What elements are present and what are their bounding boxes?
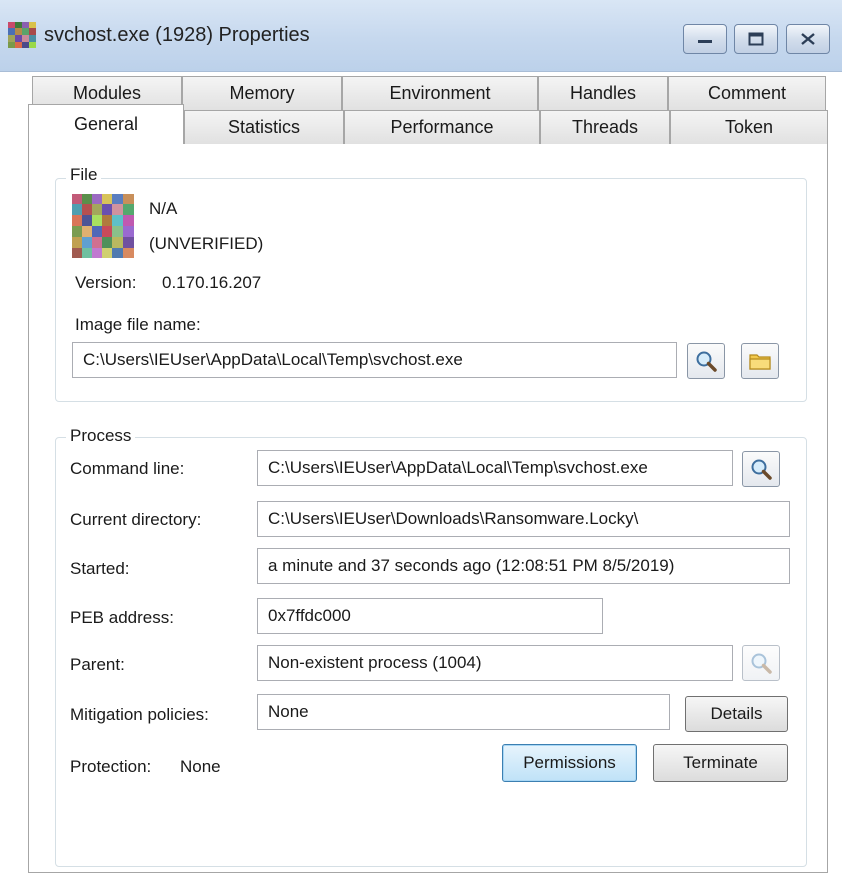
maximize-icon xyxy=(748,32,764,46)
title-bar: svchost.exe (1928) Properties xyxy=(0,0,842,72)
command-line-field[interactable]: C:\Users\IEUser\AppData\Local\Temp\svcho… xyxy=(257,450,733,486)
tab-environment[interactable]: Environment xyxy=(342,76,538,110)
minimize-button[interactable] xyxy=(683,24,727,54)
parent-label: Parent: xyxy=(70,655,125,674)
tab-general[interactable]: General xyxy=(28,104,184,144)
magnifier-icon xyxy=(696,351,717,372)
peb-address-field[interactable]: 0x7ffdc000 xyxy=(257,598,603,634)
parent-search-button[interactable] xyxy=(742,645,780,681)
started-field[interactable]: a minute and 37 seconds ago (12:08:51 PM… xyxy=(257,548,790,584)
parent-field[interactable]: Non-existent process (1004) xyxy=(257,645,733,681)
terminate-button[interactable]: Terminate xyxy=(653,744,788,782)
peb-address-label: PEB address: xyxy=(70,608,174,627)
tab-token[interactable]: Token xyxy=(670,110,828,144)
protection-value: None xyxy=(180,757,221,776)
mitigation-policies-label: Mitigation policies: xyxy=(70,705,209,724)
magnifier-icon xyxy=(751,459,772,480)
file-verification: (UNVERIFIED) xyxy=(149,234,264,253)
command-line-search-button[interactable] xyxy=(742,451,780,487)
tab-comment[interactable]: Comment xyxy=(668,76,826,110)
app-icon xyxy=(8,22,36,48)
magnifier-icon xyxy=(751,653,772,674)
started-label: Started: xyxy=(70,559,130,578)
file-company: N/A xyxy=(149,199,178,218)
image-search-button[interactable] xyxy=(687,343,725,379)
details-button[interactable]: Details xyxy=(685,696,788,732)
current-directory-field[interactable]: C:\Users\IEUser\Downloads\Ransomware.Loc… xyxy=(257,501,790,537)
close-icon xyxy=(801,33,815,45)
tab-performance[interactable]: Performance xyxy=(344,110,540,144)
window-title: svchost.exe (1928) Properties xyxy=(44,24,310,46)
minimize-icon xyxy=(698,40,712,43)
tab-handles[interactable]: Handles xyxy=(538,76,668,110)
folder-icon xyxy=(749,354,771,370)
maximize-button[interactable] xyxy=(734,24,778,54)
current-directory-label: Current directory: xyxy=(70,510,202,529)
file-icon xyxy=(72,194,134,258)
command-line-label: Command line: xyxy=(70,459,185,478)
file-legend: File xyxy=(66,165,102,185)
close-button[interactable] xyxy=(786,24,830,54)
process-legend: Process xyxy=(66,426,136,446)
version-value: 0.170.16.207 xyxy=(162,273,262,292)
open-folder-button[interactable] xyxy=(741,343,779,379)
image-file-name-field[interactable]: C:\Users\IEUser\AppData\Local\Temp\svcho… xyxy=(72,342,677,378)
version-label: Version: xyxy=(75,273,137,292)
permissions-button[interactable]: Permissions xyxy=(502,744,637,782)
mitigation-policies-field[interactable]: None xyxy=(257,694,670,730)
tab-statistics[interactable]: Statistics xyxy=(184,110,344,144)
tab-memory[interactable]: Memory xyxy=(182,76,342,110)
protection-label: Protection: xyxy=(70,757,152,776)
image-file-name-label: Image file name: xyxy=(75,315,201,334)
tab-threads[interactable]: Threads xyxy=(540,110,670,144)
